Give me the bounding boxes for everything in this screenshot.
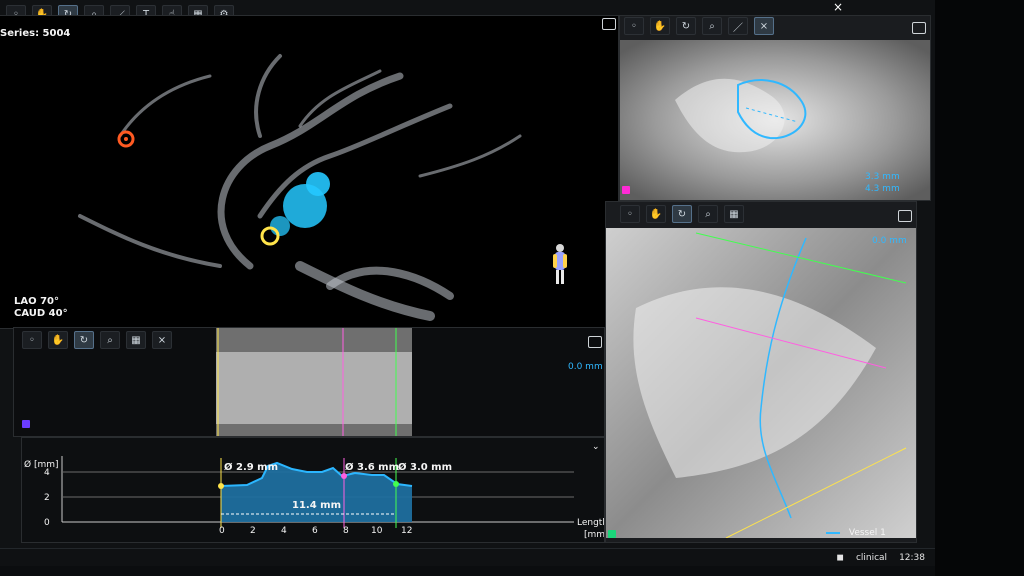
graph-label-right: Ø 3.0 mm xyxy=(398,462,453,473)
purple-swatch xyxy=(22,420,30,428)
maximize-top-right-view-icon[interactable] xyxy=(912,22,926,34)
top-right-view[interactable]: ◦ ✋ ↻ ⌕ ／ ⨯ 3.3 mm 4.3 mm xyxy=(619,15,931,201)
graph-length-label: 11.4 mm xyxy=(292,500,341,511)
lao-label: LAO 70° xyxy=(14,296,60,307)
maximize-bottom-right-view-icon[interactable] xyxy=(898,210,912,222)
close-button[interactable]: × xyxy=(831,0,845,14)
measure-1: 3.3 mm xyxy=(865,172,900,182)
screen: ◦ ✋ ↻ ⌕ ／ T ☝ ▦ ⚙ × xyxy=(0,0,937,566)
graph-x-tick-12: 12 xyxy=(401,526,413,536)
graph-y-unit: Ø [mm] xyxy=(24,460,59,470)
taskbar-user: clinical xyxy=(855,552,888,563)
taskbar-time: 12:38 xyxy=(899,552,925,563)
monitor-bezel xyxy=(935,0,1024,576)
pointer-tool-icon[interactable]: ◦ xyxy=(620,205,640,223)
middle-offset-label: 0.0 mm xyxy=(568,362,603,372)
taskbar-user-icon: ◼ xyxy=(836,552,844,563)
diameter-graph-panel: Ø [mm] 4 2 0 0 2 4 6 8 10 12 Length [mm]… xyxy=(21,437,605,543)
graph-x-label-line1: Length xyxy=(577,518,604,528)
main-3d-view[interactable]: Series: 5004 LAO 70° CAUD 40° xyxy=(0,15,619,329)
series-label: Series: 5004 xyxy=(0,28,71,39)
layers-tool-icon[interactable]: ▦ xyxy=(724,205,744,223)
vessel-legend: Vessel 1 xyxy=(826,528,886,538)
graph-y-tick-2: 2 xyxy=(44,493,50,503)
graph-label-middle: Ø 3.6 mm xyxy=(345,462,400,473)
zoom-tool-icon[interactable]: ⌕ xyxy=(702,17,722,35)
measure-2: 4.3 mm xyxy=(865,184,900,194)
graph-x-tick-0: 0 xyxy=(219,526,225,536)
straightened-vessel-strip xyxy=(216,328,412,436)
longitudinal-image xyxy=(606,228,916,538)
bottom-right-view[interactable]: ◦ ✋ ↻ ⌕ ▦ 0.0 mm Vessel 1 xyxy=(605,201,917,543)
offset-label: 0.0 mm xyxy=(872,236,907,246)
graph-x-tick-8: 8 xyxy=(343,526,349,536)
vessel-legend-line xyxy=(826,531,840,534)
top-right-toolbar: ◦ ✋ ↻ ⌕ ／ ⨯ xyxy=(620,16,774,36)
rotate-tool-icon[interactable]: ↻ xyxy=(676,17,696,35)
taskbar: ◼ clinical 12:38 xyxy=(0,548,935,566)
graph-x-tick-10: 10 xyxy=(371,526,383,536)
zoom-tool-icon[interactable]: ⌕ xyxy=(698,205,718,223)
rotate-tool-icon[interactable]: ↻ xyxy=(672,205,692,223)
vessel-render xyxy=(0,16,618,328)
caud-label: CAUD 40° xyxy=(14,308,68,319)
maximize-main-view-icon[interactable] xyxy=(602,18,616,30)
green-swatch xyxy=(608,530,616,538)
pan-tool-icon[interactable]: ✋ xyxy=(650,17,670,35)
measure-tool-icon[interactable]: ／ xyxy=(728,17,748,35)
crosshair-tool-icon[interactable]: ⨯ xyxy=(754,17,774,35)
graph-x-tick-4: 4 xyxy=(281,526,287,536)
graph-y-tick-4: 4 xyxy=(44,468,50,478)
vessel-legend-text: Vessel 1 xyxy=(848,528,886,538)
graph-y-tick-0: 0 xyxy=(44,518,50,528)
pointer-tool-icon[interactable]: ◦ xyxy=(624,17,644,35)
pink-swatch xyxy=(622,186,630,194)
graph-x-tick-2: 2 xyxy=(250,526,256,536)
graph-x-label-line2: [mm] xyxy=(584,530,604,540)
graph-label-left: Ø 2.9 mm xyxy=(224,462,279,473)
middle-strip-view[interactable]: ◦ ✋ ↻ ⌕ ▦ ⨯ 0.0 mm xyxy=(13,327,605,437)
graph-x-tick-6: 6 xyxy=(312,526,318,536)
bottom-right-toolbar: ◦ ✋ ↻ ⌕ ▦ xyxy=(616,204,744,224)
graph-collapse-chevron-icon[interactable]: ⌄ xyxy=(592,442,600,452)
pan-tool-icon[interactable]: ✋ xyxy=(646,205,666,223)
